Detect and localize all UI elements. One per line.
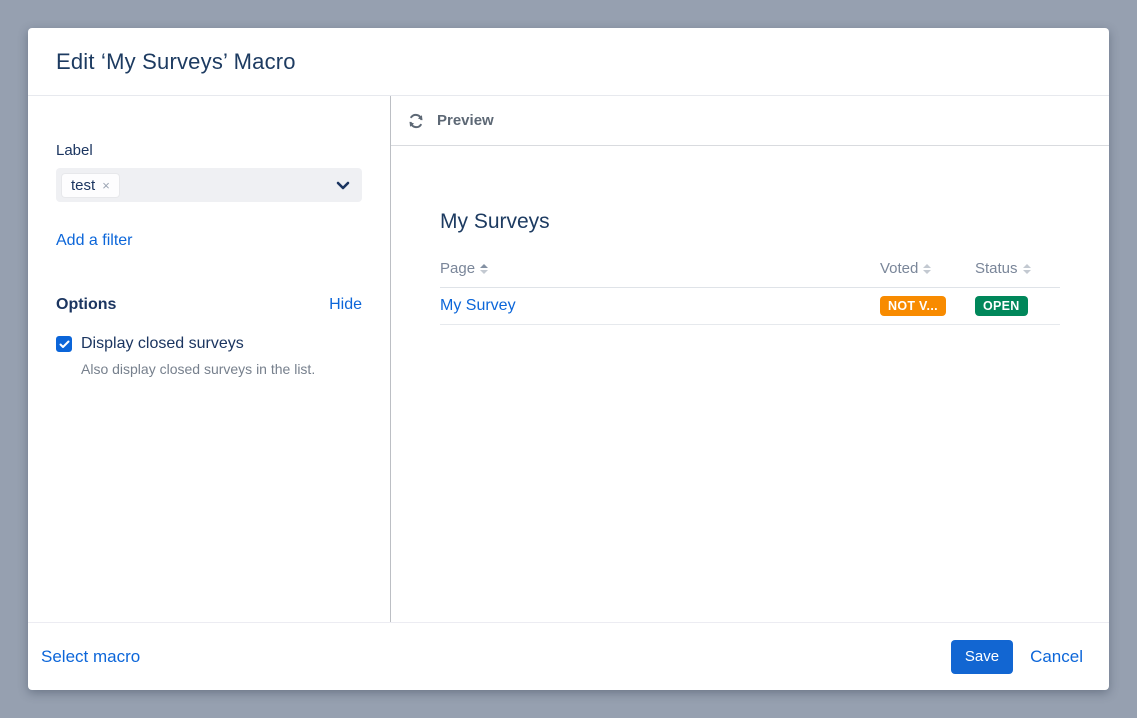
save-button[interactable]: Save [951,640,1013,674]
column-header-page[interactable]: Page [440,260,880,278]
options-heading: Options [56,296,116,314]
label-select[interactable]: test × [56,168,362,202]
edit-macro-dialog: Edit ‘My Surveys’ Macro Label test × [28,28,1109,690]
hide-options-link[interactable]: Hide [329,296,362,314]
preview-panel: Preview My Surveys Page [391,96,1109,622]
preview-header: Preview [391,96,1109,146]
column-header-status[interactable]: Status [975,260,1060,278]
dialog-header: Edit ‘My Surveys’ Macro [28,28,1109,96]
display-closed-surveys-label[interactable]: Display closed surveys [81,335,244,353]
table-header-row: Page Voted [440,254,1060,288]
surveys-heading: My Surveys [440,210,1060,234]
column-header-page-label: Page [440,260,475,277]
label-tag: test × [62,174,119,197]
modal-backdrop: Edit ‘My Surveys’ Macro Label test × [0,0,1137,718]
sort-asc-icon [480,264,488,274]
survey-page-link[interactable]: My Survey [440,297,516,314]
label-tag-text: test [71,177,95,194]
refresh-icon[interactable] [407,112,425,130]
check-icon [59,340,70,349]
surveys-table: Page Voted [440,254,1060,325]
preview-content: My Surveys Page [391,146,1109,325]
remove-tag-icon[interactable]: × [102,179,110,192]
column-header-voted-label: Voted [880,260,918,277]
table-row: My Survey NOT V... OPEN [440,288,1060,325]
cancel-link[interactable]: Cancel [1030,647,1083,667]
label-field-label: Label [56,142,362,159]
sort-icon [923,264,931,274]
survey-status-badge: OPEN [975,296,1028,316]
chevron-down-icon[interactable] [336,181,350,190]
dialog-body: Label test × Add a filter Options [28,96,1109,622]
preview-title: Preview [437,112,494,129]
dialog-title: Edit ‘My Surveys’ Macro [56,49,296,75]
macro-parameters-panel: Label test × Add a filter Options [28,96,391,622]
add-filter-link[interactable]: Add a filter [56,232,132,250]
footer-actions: Save Cancel [951,640,1083,674]
select-macro-link[interactable]: Select macro [41,647,140,667]
display-closed-surveys-description: Also display closed surveys in the list. [81,361,362,377]
column-header-voted[interactable]: Voted [880,260,975,278]
display-closed-surveys-checkbox[interactable] [56,336,72,352]
display-closed-surveys-row: Display closed surveys [56,335,362,353]
voted-status-badge: NOT V... [880,296,946,316]
options-row: Options Hide [56,296,362,314]
column-header-status-label: Status [975,260,1018,277]
sort-icon [1023,264,1031,274]
dialog-footer: Select macro Save Cancel [28,622,1109,690]
